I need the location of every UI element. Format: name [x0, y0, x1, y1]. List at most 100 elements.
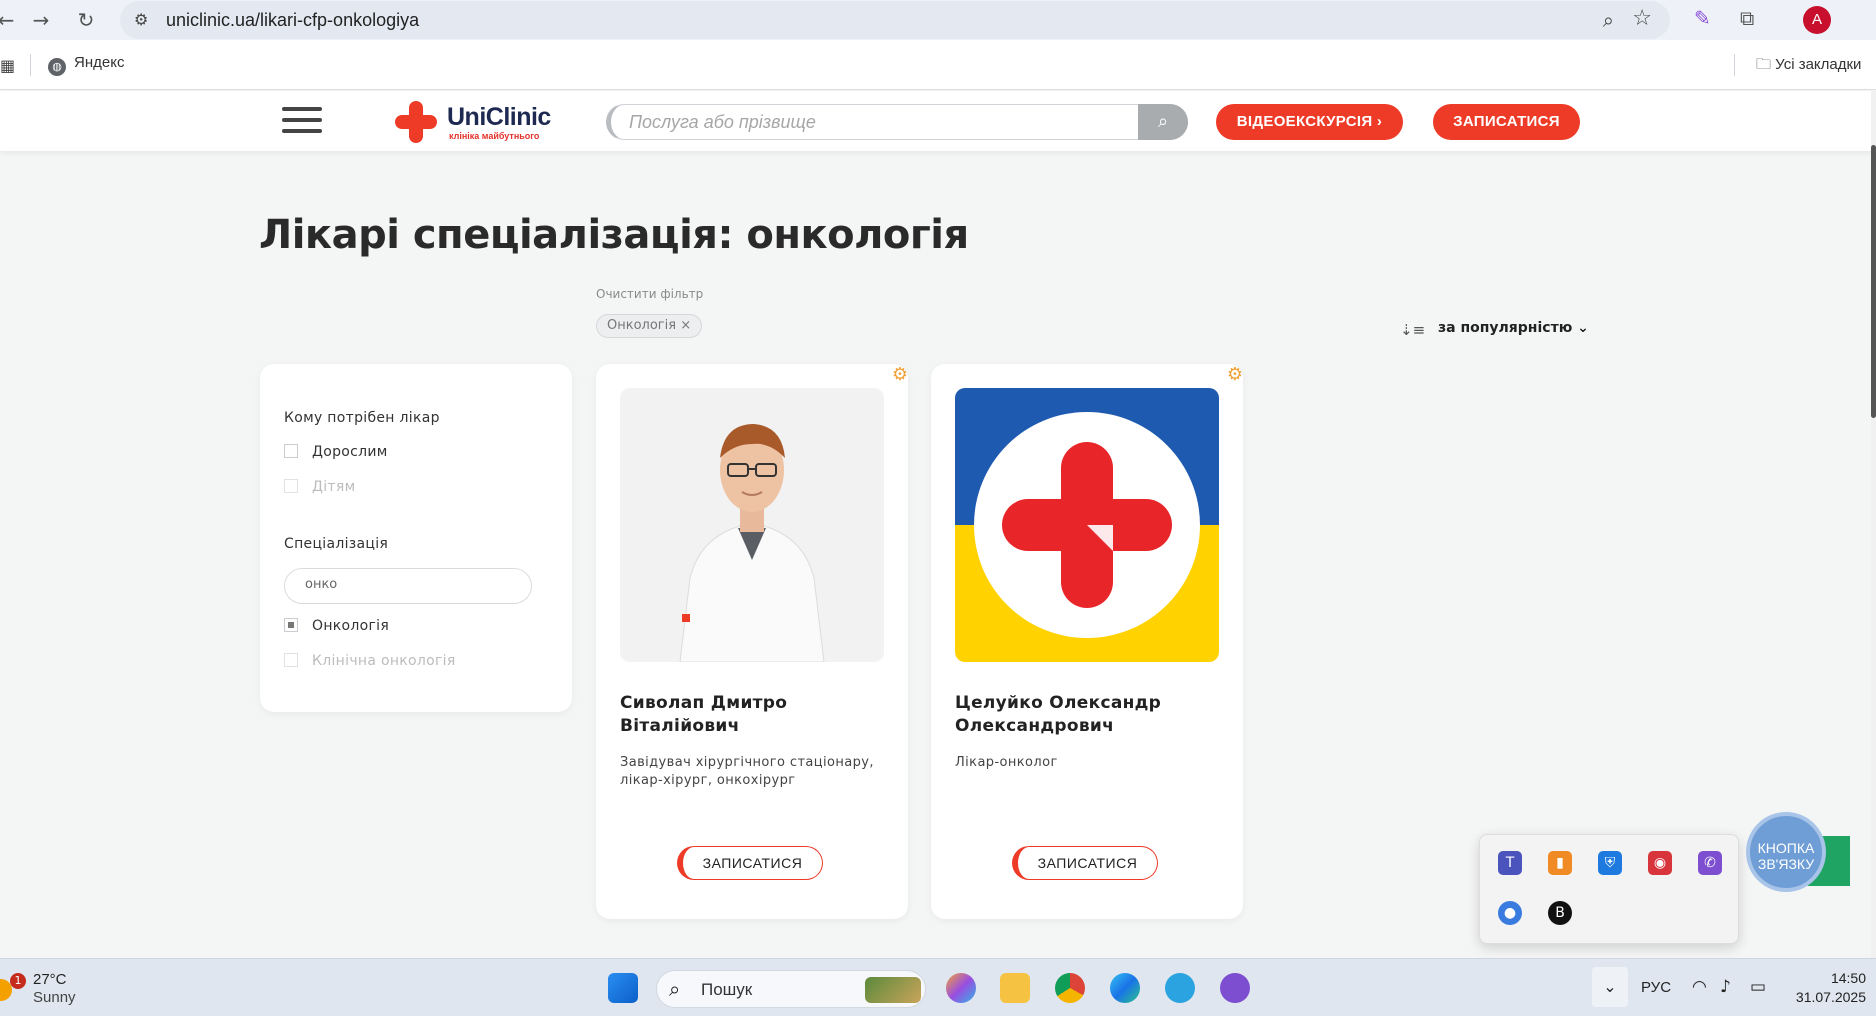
option-label: Клінічна онкологія	[312, 653, 456, 669]
cross-logo-icon	[395, 101, 437, 143]
doctor-name[interactable]: Целуйко Олександр Олександрович	[955, 692, 1219, 738]
chrome-tray-icon[interactable]: ●	[1498, 901, 1522, 925]
site-search: ⌕	[606, 104, 1188, 140]
camera-icon[interactable]: ◉	[1648, 851, 1672, 875]
search-input[interactable]	[629, 108, 1109, 136]
windows-taskbar: 1 27°C Sunny ⌕ Пошук ⌄ РУС ◠ ♪ ▭ 14:50 3…	[0, 958, 1876, 1016]
option-label: Дорослим	[312, 444, 388, 460]
pen-icon[interactable]: ✎	[1694, 6, 1711, 30]
sort-icon: ⇣≡	[1400, 321, 1426, 339]
time: 14:50	[1830, 970, 1866, 986]
taskbar-search[interactable]: ⌕ Пошук	[656, 970, 926, 1008]
book-doctor-button[interactable]: ЗАПИСАТИСЯ	[677, 846, 823, 880]
filter-option-oncology[interactable]: Онкологія	[284, 618, 389, 634]
clear-filter-link[interactable]: Очистити фільтр	[596, 287, 703, 301]
apps-grid-icon[interactable]: ▦	[0, 56, 15, 75]
bookmark-yandex[interactable]: ◍ Яндекс	[48, 54, 124, 76]
search-button[interactable]: ⌕	[1138, 104, 1188, 140]
who-heading: Кому потрібен лікар	[284, 410, 440, 426]
brand-name: UniClinic	[447, 103, 551, 131]
weather-widget[interactable]: 1 27°C Sunny	[0, 969, 80, 1009]
back-icon[interactable]: ←	[0, 6, 20, 34]
profile-avatar[interactable]: A	[1803, 6, 1831, 34]
checkbox[interactable]	[284, 618, 298, 632]
checkbox	[284, 653, 298, 667]
book-appointment-button[interactable]: ЗАПИСАТИСЯ	[1433, 104, 1580, 140]
scrollbar-thumb[interactable]	[1871, 145, 1876, 418]
chrome-icon[interactable]	[1055, 973, 1085, 1003]
sort-label: за популярністю ⌄	[1438, 320, 1589, 336]
input-language[interactable]: РУС	[1641, 979, 1671, 996]
viber-icon[interactable]: ✆	[1698, 851, 1722, 875]
book-doctor-button[interactable]: ЗАПИСАТИСЯ	[1012, 846, 1158, 880]
notification-badge: 1	[10, 973, 26, 989]
active-filter-chip[interactable]: Онкологія ×	[596, 314, 703, 338]
filter-option-adults[interactable]: Дорослим	[284, 444, 388, 460]
edge-icon[interactable]	[1110, 973, 1140, 1003]
video-tour-button[interactable]: ВІДЕОЕКСКУРСІЯ ›	[1216, 104, 1403, 140]
clock[interactable]: 14:50 31.07.2025	[1762, 969, 1866, 1007]
option-label: Онкологія	[312, 618, 390, 634]
globe-icon: ◍	[48, 58, 66, 76]
zoom-icon[interactable]: ⌕	[1603, 8, 1614, 32]
file-explorer-icon[interactable]	[1000, 973, 1030, 1003]
checkbox[interactable]	[284, 444, 298, 458]
filter-option-clinical-oncology: Клінічна онкологія	[284, 653, 456, 669]
page-scrollbar[interactable]	[1871, 91, 1876, 958]
taskbar-search-label: Пошук	[701, 980, 753, 999]
filter-option-children: Дітям	[284, 479, 355, 495]
forward-icon[interactable]: →	[27, 6, 55, 34]
show-hidden-icons-chevron[interactable]: ⌄	[1592, 967, 1628, 1007]
teams-icon[interactable]: T	[1498, 851, 1522, 875]
bookmark-star-icon[interactable]: ☆	[1632, 6, 1652, 31]
doctor-card[interactable]: ⚙ Сиволап Дмитро Віталійович Завідувач х…	[596, 364, 908, 919]
bookmarks-bar: ▦ ◍ Яндекс 🗀 Усі закладки	[0, 40, 1876, 90]
all-bookmarks-label: Усі закладки	[1775, 56, 1862, 73]
b-app-icon[interactable]: B	[1548, 901, 1572, 925]
volume-icon[interactable]: ♪	[1720, 977, 1731, 997]
brand-tagline: клініка майбутнього	[449, 131, 540, 141]
security-shield-icon[interactable]: ⛨	[1598, 851, 1622, 875]
wifi-icon[interactable]: ◠	[1692, 977, 1707, 997]
tray-app-icon[interactable]: ▮	[1548, 851, 1572, 875]
page-title: Лікарі спеціалізація: онкологія	[259, 212, 969, 258]
checkbox	[284, 479, 298, 493]
doctor-photo[interactable]	[955, 388, 1219, 662]
gear-icon[interactable]: ⚙	[1227, 364, 1243, 385]
windows-start-icon[interactable]	[608, 973, 638, 1003]
contact-button[interactable]: КНОПКА ЗВ'ЯЗКУ	[1746, 812, 1826, 892]
site-logo[interactable]: UniClinic клініка майбутнього	[393, 99, 553, 145]
search-highlight-image	[865, 977, 921, 1003]
doctor-role: Лікар-онколог	[955, 755, 1058, 770]
search-icon: ⌕	[1157, 111, 1169, 132]
doctor-role: Завідувач хірургічного стаціонару, лікар…	[620, 755, 874, 788]
site-settings-icon[interactable]: ⚙	[134, 10, 154, 30]
folder-icon: 🗀	[1756, 56, 1776, 73]
doctor-card[interactable]: ⚙ Целуйко Олександр Олександрович Лікар-…	[931, 364, 1243, 919]
doctor-portrait-image	[620, 388, 884, 662]
filter-panel: Кому потрібен лікар Дорослим Дітям Спеці…	[260, 364, 572, 712]
telegram-icon[interactable]	[1165, 973, 1195, 1003]
date: 31.07.2025	[1795, 989, 1866, 1005]
gear-icon[interactable]: ⚙	[892, 364, 908, 385]
url-text[interactable]: uniclinic.ua/likari-cfp-onkologiya	[166, 10, 419, 31]
doctor-photo[interactable]	[620, 388, 884, 662]
divider	[30, 54, 31, 76]
copilot-icon[interactable]	[946, 973, 976, 1003]
menu-icon[interactable]	[282, 107, 322, 137]
site-header: UniClinic клініка майбутнього ⌕ ВІДЕОЕКС…	[0, 91, 1876, 151]
search-icon: ⌕	[669, 977, 681, 1001]
reload-icon[interactable]: ↻	[72, 6, 100, 34]
weather-condition: Sunny	[33, 989, 76, 1006]
specialization-search-input[interactable]	[305, 577, 515, 592]
address-bar[interactable]: ⚙ uniclinic.ua/likari-cfp-onkologiya ⌕ ☆	[120, 1, 1670, 39]
bookmark-yandex-label: Яндекс	[74, 54, 125, 71]
doctor-name[interactable]: Сиволап Дмитро Віталійович	[620, 692, 884, 738]
specialization-heading: Спеціалізація	[284, 536, 389, 552]
uniclinic-flag-logo-image	[955, 388, 1219, 662]
divider	[1734, 54, 1735, 76]
viber-taskbar-icon[interactable]	[1220, 973, 1250, 1003]
specialization-search	[284, 568, 532, 604]
all-bookmarks[interactable]: 🗀 Усі закладки	[1756, 54, 1861, 79]
extensions-icon[interactable]: ⧉	[1740, 6, 1754, 30]
